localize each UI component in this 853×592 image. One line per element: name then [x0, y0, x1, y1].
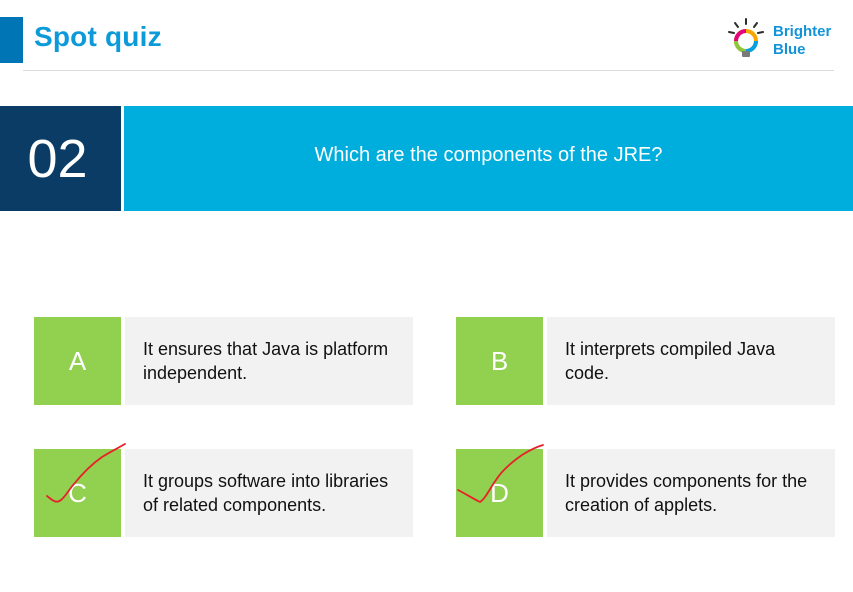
brand-logo-text: Brighter Blue	[773, 23, 831, 59]
question-number: 02	[0, 106, 121, 211]
quiz-slide: Spot quiz Brighter Blue 02 Which are the…	[0, 0, 853, 592]
brand-logo: Brighter Blue	[726, 17, 846, 65]
question-text: Which are the components of the JRE?	[314, 144, 663, 166]
answer-text-d: It provides components for the creation …	[565, 471, 808, 515]
brand-logo-line1: Brighter	[773, 23, 832, 40]
answer-text-box-b: It interprets compiled Java code.	[547, 317, 835, 405]
answer-letter-d: D	[456, 449, 543, 537]
title-accent-bar	[0, 17, 23, 63]
answer-text-box-c: It groups software into libraries of rel…	[125, 449, 413, 537]
page-title: Spot quiz	[34, 21, 162, 52]
answer-letter-a: A	[34, 317, 121, 405]
answer-text-b: It interprets compiled Java code.	[565, 339, 776, 383]
brand-logo-line2: Blue	[773, 41, 806, 58]
answer-text-box-d: It provides components for the creation …	[547, 449, 835, 537]
answer-text-c: It groups software into libraries of rel…	[143, 471, 389, 515]
lightbulb-logo-icon	[728, 18, 764, 57]
question-banner: Which are the components of the JRE?	[124, 106, 853, 211]
answer-letter-b: B	[456, 317, 543, 405]
answer-letter-c: C	[34, 449, 121, 537]
header-divider	[23, 70, 834, 71]
answer-text-a: It ensures that Java is platform indepen…	[143, 339, 389, 383]
answer-text-box-a: It ensures that Java is platform indepen…	[125, 317, 413, 405]
